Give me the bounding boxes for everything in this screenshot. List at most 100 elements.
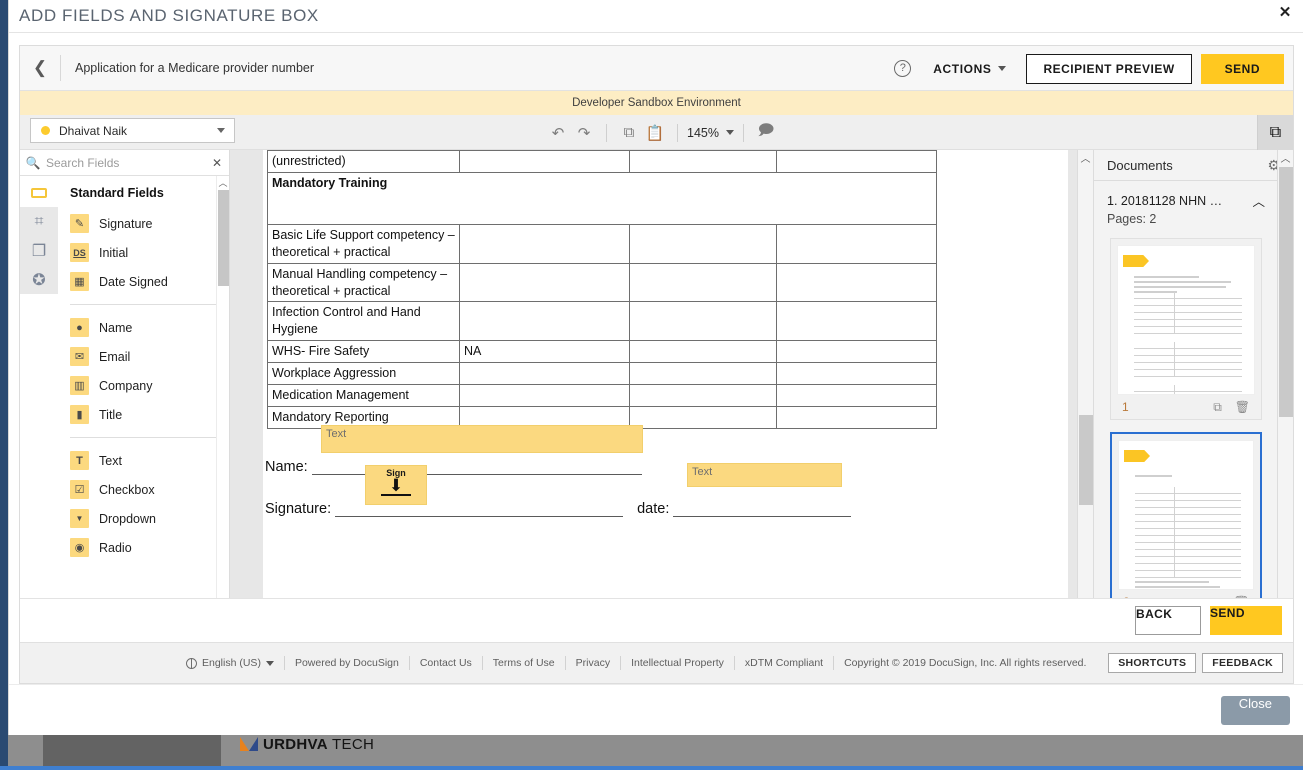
field-email[interactable]: ✉ Email <box>70 342 229 371</box>
field-label: Radio <box>99 540 132 555</box>
page-thumbnail-1[interactable]: 1 ⧉ 🗑 <box>1110 238 1262 420</box>
custom-fields-tab-icon[interactable]: ⌗ <box>20 207 58 236</box>
paste-icon[interactable]: 📋 <box>642 120 668 146</box>
document-page[interactable]: (unrestricted) Mandatory Training Basic … <box>263 150 1068 669</box>
table-cell: (unrestricted) <box>267 150 460 173</box>
actions-menu-button[interactable]: ACTIONS <box>933 62 1007 76</box>
docusign-app-frame: ❮ Application for a Medicare provider nu… <box>19 45 1294 684</box>
page-thumbnail-2[interactable]: 2 ⧉ 🗑 <box>1110 432 1262 616</box>
canvas-scroll-thumb[interactable] <box>1079 415 1093 505</box>
table-cell <box>776 405 937 429</box>
thumbnail-footer: 1 ⧉ 🗑 <box>1117 395 1255 419</box>
table-cell <box>459 362 630 385</box>
redo-icon[interactable]: ↷ <box>571 120 597 146</box>
field-text[interactable]: T Text <box>70 446 229 475</box>
sandbox-banner: Developer Sandbox Environment <box>20 91 1293 115</box>
recipient-preview-button[interactable]: RECIPIENT PREVIEW <box>1026 53 1192 84</box>
field-signature[interactable]: ✎ Signature <box>70 209 229 238</box>
table-row: Basic Life Support competency – theoreti… <box>267 223 937 264</box>
scroll-up-icon[interactable]: ︿ <box>217 176 229 189</box>
field-date-signed[interactable]: ▦ Date Signed <box>70 267 229 296</box>
question-mark-icon[interactable]: ? <box>894 60 912 77</box>
shortcuts-button[interactable]: SHORTCUTS <box>1108 653 1197 673</box>
recipient-color-dot <box>41 126 50 135</box>
sign-here-tag[interactable]: Sign ⬇ <box>365 464 427 505</box>
modal-header: ADD FIELDS AND SIGNATURE BOX ✕ <box>9 0 1303 33</box>
name-field-icon: ● <box>70 318 89 337</box>
templates-tab-icon[interactable]: ❐ <box>20 236 58 265</box>
checkbox-field-icon: ☑ <box>70 480 89 499</box>
field-radio[interactable]: ◉ Radio <box>70 533 229 562</box>
footer-link-ip[interactable]: Intellectual Property <box>631 657 724 669</box>
footer-link-xdtm[interactable]: xDTM Compliant <box>745 657 823 669</box>
sign-tag-underline <box>381 493 411 496</box>
footer-divider <box>733 656 735 670</box>
documents-scroll-thumb[interactable] <box>1279 167 1293 417</box>
seals-tab-icon[interactable]: ✪ <box>20 265 58 294</box>
chevron-up-icon[interactable]: ︿ <box>1252 191 1265 210</box>
send-button-top[interactable]: SEND <box>1200 53 1284 84</box>
table-cell: Workplace Aggression <box>267 362 460 385</box>
logo-light-text: TECH <box>327 736 375 753</box>
table-cell: WHS- Fire Safety <box>267 340 460 363</box>
duplicate-icon[interactable]: ⧉ <box>1213 400 1222 415</box>
scroll-up-icon[interactable]: ︿ <box>1278 150 1293 166</box>
field-name[interactable]: ● Name <box>70 313 229 342</box>
close-button[interactable]: Close <box>1220 695 1290 725</box>
background-bottom-rail <box>0 766 1303 770</box>
toolbar-divider <box>606 123 607 142</box>
recipient-selector[interactable]: Dhaivat Naik <box>30 118 235 143</box>
feedback-button[interactable]: FEEDBACK <box>1202 653 1283 673</box>
field-company[interactable]: ▥ Company <box>70 371 229 400</box>
table-row: Medication Management <box>267 383 937 407</box>
canvas-vertical-scrollbar[interactable]: ︿ ﹀ <box>1077 150 1093 669</box>
footer-link-powered-by[interactable]: Powered by DocuSign <box>295 657 399 669</box>
close-icon[interactable]: ✕ <box>1274 2 1296 24</box>
field-label: Date Signed <box>99 274 168 289</box>
modal-title: ADD FIELDS AND SIGNATURE BOX <box>19 6 319 25</box>
chevron-left-icon[interactable]: ❮ <box>20 58 60 78</box>
copy-icon[interactable]: ⧉ <box>616 120 642 146</box>
field-dropdown[interactable]: ▼ Dropdown <box>70 504 229 533</box>
field-label: Dropdown <box>99 511 156 526</box>
table-row: (unrestricted) <box>267 150 937 173</box>
document-title: Application for a Medicare provider numb… <box>75 61 315 75</box>
undo-icon[interactable]: ↶ <box>545 120 571 146</box>
footer-link-terms[interactable]: Terms of Use <box>493 657 555 669</box>
footer-link-privacy[interactable]: Privacy <box>576 657 610 669</box>
text-field-tag-date[interactable]: Text <box>687 462 842 487</box>
fields-tab-icon[interactable] <box>20 178 58 207</box>
standard-fields-heading: Standard Fields <box>70 186 164 200</box>
document-group-header[interactable]: 1. 20181128 NHN … ︿ <box>1107 191 1265 210</box>
table-section-header: Mandatory Training <box>267 171 937 225</box>
app-toolbar: ❮ Application for a Medicare provider nu… <box>20 46 1293 91</box>
field-initial[interactable]: DS Initial <box>70 238 229 267</box>
send-button-bottom[interactable]: SEND <box>1210 606 1282 635</box>
table-cell <box>459 383 630 407</box>
clear-x-icon[interactable]: ✕ <box>205 156 229 170</box>
trash-icon[interactable]: 🗑 <box>1235 400 1250 415</box>
duplicate-pages-icon[interactable]: ⧉ <box>1257 115 1293 150</box>
text-field-tag-name[interactable]: Text <box>321 424 643 453</box>
document-group: 1. 20181128 NHN … ︿ Pages: 2 <box>1094 181 1278 227</box>
search-input[interactable] <box>46 155 205 170</box>
language-selector[interactable]: English (US) <box>186 657 274 669</box>
toolbar-divider <box>60 55 61 81</box>
table-cell <box>629 262 777 303</box>
table-row: Infection Control and Hand Hygiene <box>267 301 937 342</box>
field-title[interactable]: ▮ Title <box>70 400 229 429</box>
footer-link-contact-us[interactable]: Contact Us <box>420 657 472 669</box>
toolbar-divider <box>742 123 744 142</box>
back-button[interactable]: BACK <box>1135 606 1201 635</box>
palette-scroll-thumb[interactable] <box>218 190 229 286</box>
field-checkbox[interactable]: ☑ Checkbox <box>70 475 229 504</box>
add-comment-icon[interactable]: 🗩 <box>753 120 779 146</box>
tag-label: Text <box>326 427 347 440</box>
date-line <box>673 497 852 517</box>
table-cell <box>459 301 630 342</box>
scroll-up-icon[interactable]: ︿ <box>1078 150 1093 166</box>
background-left-rail <box>0 0 8 770</box>
zoom-selector[interactable]: 145% <box>687 126 734 140</box>
document-group-name: 1. 20181128 NHN … <box>1107 193 1223 208</box>
thumbnail-signature-lines <box>1135 581 1241 589</box>
